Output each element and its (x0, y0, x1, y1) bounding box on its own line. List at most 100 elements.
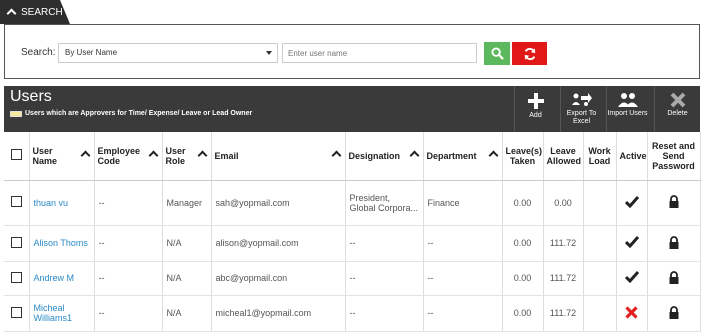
header-work-load-label: Work Load (588, 145, 611, 166)
header-department[interactable]: Department (423, 132, 503, 181)
header-designation[interactable]: Designation (345, 132, 424, 181)
dropdown-arrow-icon (266, 51, 272, 55)
export-label: Export To Excel (566, 110, 597, 125)
add-user-button[interactable]: Add (514, 86, 556, 132)
checkmark-icon[interactable] (624, 271, 639, 284)
lock-icon[interactable] (669, 235, 679, 249)
users-header-bar: Users Users which are Approvers for Time… (4, 86, 700, 132)
employee-code: -- (94, 295, 163, 332)
header-user-name[interactable]: User Name (29, 132, 95, 181)
header-employee-code-label: Employee Code (97, 145, 141, 166)
sort-icon (197, 150, 207, 161)
legend-swatch (10, 110, 22, 117)
user-name-link[interactable]: thuan vu (34, 198, 69, 208)
export-excel-button[interactable]: Export To Excel (560, 86, 602, 132)
legend-text: Users which are Approvers for Time/ Expe… (25, 110, 253, 117)
header-employee-code[interactable]: Employee Code (94, 132, 163, 181)
leaves-taken: 0.00 (502, 225, 544, 262)
page-title: Users (10, 88, 52, 105)
employee-code: -- (94, 261, 163, 296)
search-button[interactable] (484, 42, 510, 65)
header-designation-label: Designation (348, 150, 401, 161)
chevron-up-icon (6, 8, 17, 19)
checkmark-icon[interactable] (624, 236, 639, 249)
lock-icon[interactable] (669, 195, 679, 208)
delete-button[interactable]: Delete (654, 86, 700, 132)
leaves-taken: 0.00 (502, 261, 544, 296)
search-type-select[interactable]: By User Name (58, 43, 278, 63)
row-checkbox[interactable] (10, 196, 22, 207)
reset-cell (647, 180, 701, 226)
table-row: thuan vu -- Manager sah@yopmail.com Pres… (4, 180, 701, 226)
user-role: N/A (162, 225, 212, 262)
work-load (583, 295, 617, 332)
user-role: Manager (162, 180, 212, 226)
user-name-link[interactable]: Micheal Williams1 (34, 303, 73, 323)
row-checkbox[interactable] (10, 236, 22, 248)
reset-button[interactable] (512, 42, 547, 65)
search-type-value: By User Name (65, 48, 118, 57)
search-tab[interactable]: SEARCH (0, 0, 70, 24)
row-checkbox[interactable] (10, 271, 22, 283)
sort-icon (148, 150, 158, 161)
users-table: User Name Employee Code User Role Email … (4, 132, 701, 332)
select-all-checkbox[interactable] (10, 149, 22, 161)
table-row: Andrew M -- N/A abc@yopmail.con -- -- 0.… (4, 261, 701, 296)
checkmark-icon[interactable] (624, 195, 639, 208)
email: abc@yopmail.con (211, 261, 346, 296)
header-user-role[interactable]: User Role (162, 132, 212, 181)
active-cell (616, 261, 648, 296)
work-load (583, 180, 617, 226)
header-user-role-label: User Role (165, 145, 186, 166)
designation: -- (345, 261, 424, 296)
select-all-header (4, 132, 30, 181)
reset-cell (647, 261, 701, 296)
lock-icon[interactable] (669, 305, 679, 319)
reset-cell (647, 295, 701, 332)
table-row: Micheal Williams1 -- N/A micheal1@yopmai… (4, 295, 701, 332)
active-cell (616, 295, 648, 332)
header-leaves-taken-label: Leave(s) Taken (505, 145, 543, 166)
import-label: Import Users (607, 110, 648, 117)
row-checkbox[interactable] (10, 306, 22, 318)
search-label: Search: (21, 47, 56, 58)
designation: -- (345, 225, 424, 262)
close-icon[interactable] (625, 305, 638, 319)
table-header-row: User Name Employee Code User Role Email … (4, 132, 701, 181)
work-load (583, 225, 617, 262)
approver-legend: Users which are Approvers for Time/ Expe… (10, 110, 252, 117)
refresh-icon (524, 47, 535, 60)
header-leave-allowed-label: Leave Allowed (546, 145, 582, 166)
search-tab-label: SEARCH (21, 6, 63, 18)
lock-icon[interactable] (669, 270, 679, 284)
reset-cell (647, 225, 701, 262)
email: alison@yopmail.com (211, 225, 346, 262)
leave-allowed: 111.72 (543, 261, 584, 296)
header-email[interactable]: Email (211, 132, 346, 181)
department: Finance (423, 180, 503, 226)
header-department-label: Department (426, 150, 477, 161)
import-users-button[interactable]: Import Users (606, 86, 648, 132)
designation: President, Global Corpora... (345, 180, 424, 226)
header-reset-password-label: Reset and Send Password (651, 140, 695, 171)
leaves-taken: 0.00 (502, 180, 544, 226)
leave-allowed: 111.72 (543, 225, 584, 262)
user-role: N/A (162, 295, 212, 332)
user-name-link[interactable]: Alison Thoms (34, 238, 88, 248)
header-leave-allowed: Leave Allowed (543, 132, 584, 181)
search-icon (490, 47, 504, 60)
user-name-link[interactable]: Andrew M (34, 273, 75, 283)
import-users-icon (617, 93, 638, 107)
leave-allowed: 111.72 (543, 295, 584, 332)
designation: -- (345, 295, 424, 332)
search-input[interactable] (282, 43, 477, 63)
leave-allowed: 0.00 (543, 180, 584, 226)
header-active-label: Active (619, 150, 647, 161)
header-user-name-label: User Name (32, 145, 58, 166)
department: -- (423, 225, 503, 262)
leaves-taken: 0.00 (502, 295, 544, 332)
sort-icon (488, 150, 498, 161)
employee-code: -- (94, 225, 163, 262)
sort-icon (331, 150, 341, 161)
email: micheal1@yopmail.com (211, 295, 346, 332)
